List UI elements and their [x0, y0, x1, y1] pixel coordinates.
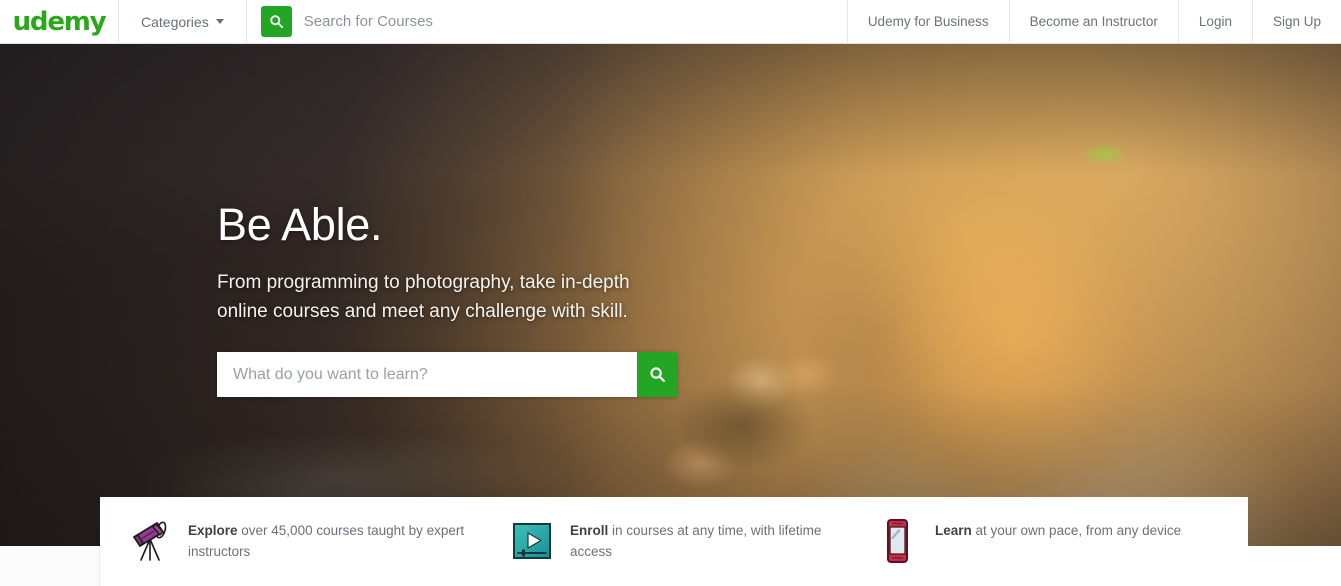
header-search-input[interactable]	[304, 13, 847, 30]
feature-enroll-text: Enroll in courses at any time, with life…	[570, 517, 865, 563]
nav-sign-up[interactable]: Sign Up	[1253, 0, 1341, 43]
search-icon	[269, 14, 284, 29]
feature-enroll-rest: in courses at any time, with lifetime ac…	[570, 523, 821, 559]
header-search-button[interactable]	[261, 6, 292, 37]
search-icon	[649, 366, 666, 383]
hero-content: Be Able. From programming to photography…	[217, 202, 837, 397]
feature-explore-text: Explore over 45,000 courses taught by ex…	[188, 517, 500, 563]
hero-search-bar	[217, 352, 677, 397]
hero-subtitle: From programming to photography, take in…	[217, 269, 647, 326]
hero-search-input[interactable]	[217, 352, 637, 397]
feature-enroll: Enroll in courses at any time, with life…	[500, 497, 865, 565]
feature-learn-rest: at your own pace, from any device	[972, 523, 1181, 538]
categories-menu[interactable]: Categories	[119, 0, 246, 43]
header-search	[247, 0, 847, 43]
page-left-edge-strip	[0, 546, 100, 586]
udemy-logo[interactable]: udemy	[0, 0, 118, 43]
header-nav: Udemy for Business Become an Instructor …	[847, 0, 1341, 43]
feature-highlights-panel: Explore over 45,000 courses taught by ex…	[100, 497, 1248, 586]
hero-search-button[interactable]	[637, 352, 677, 397]
hero-title: Be Able.	[217, 202, 837, 247]
video-player-icon	[510, 517, 554, 565]
feature-explore: Explore over 45,000 courses taught by ex…	[100, 497, 500, 565]
site-header: udemy Categories Udemy for Business Beco…	[0, 0, 1341, 44]
feature-explore-bold: Explore	[188, 523, 238, 538]
feature-learn-bold: Learn	[935, 523, 972, 538]
nav-login[interactable]: Login	[1179, 0, 1252, 43]
feature-learn: Learn at your own pace, from any device	[865, 497, 1248, 565]
logo-wordmark: udemy	[13, 9, 106, 35]
chevron-down-icon	[216, 19, 224, 24]
telescope-icon	[128, 517, 172, 565]
nav-become-an-instructor[interactable]: Become an Instructor	[1010, 0, 1178, 43]
nav-udemy-for-business[interactable]: Udemy for Business	[848, 0, 1009, 43]
hero-banner: Be Able. From programming to photography…	[0, 44, 1341, 546]
udemy-homepage: udemy Categories Udemy for Business Beco…	[0, 0, 1341, 586]
mobile-phone-icon	[875, 517, 919, 565]
feature-learn-text: Learn at your own pace, from any device	[935, 517, 1181, 542]
categories-label: Categories	[141, 14, 209, 30]
feature-enroll-bold: Enroll	[570, 523, 608, 538]
